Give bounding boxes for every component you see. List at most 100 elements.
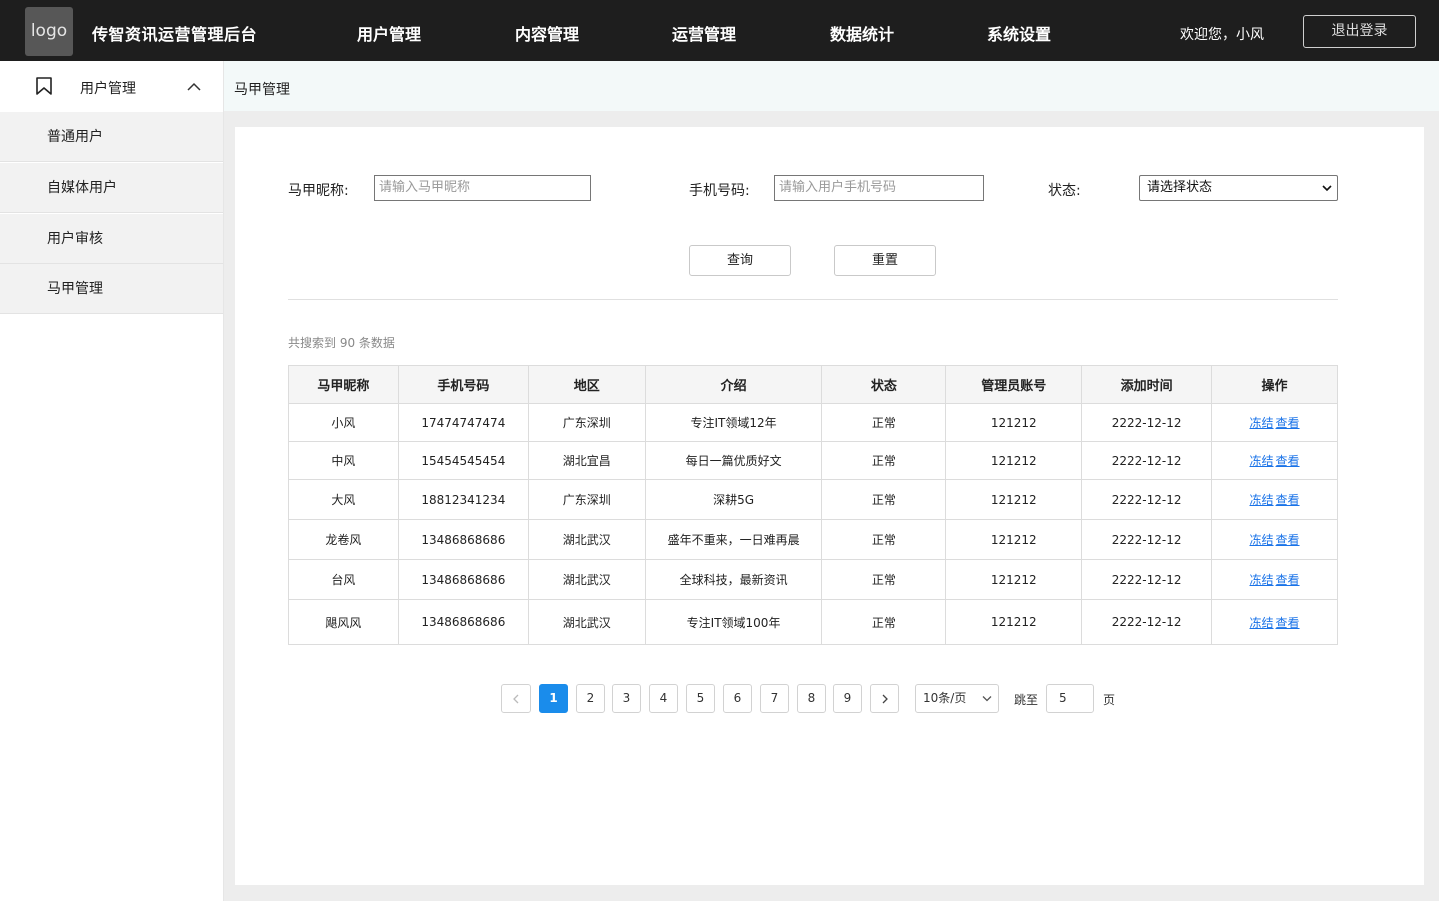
status-select[interactable]: 请选择状态 (1139, 175, 1338, 201)
cell-status: 正常 (821, 599, 947, 645)
phone-input[interactable]: 请输入用户手机号码 (774, 175, 984, 201)
cell-actions: 冻结 查看 (1211, 599, 1338, 645)
col-status: 状态 (821, 365, 947, 404)
sidebar-group-user-management[interactable]: 用户管理 (0, 61, 223, 112)
freeze-link[interactable]: 冻结 (1250, 493, 1274, 507)
result-count: 共搜索到 90 条数据 (288, 336, 395, 350)
col-phone: 手机号码 (397, 365, 529, 404)
cell-region: 湖北宜昌 (527, 441, 646, 480)
cell-nickname: 飓风风 (288, 599, 399, 645)
freeze-link[interactable]: 冻结 (1250, 573, 1274, 587)
page-button-7[interactable]: 7 (760, 684, 789, 713)
cell-region: 广东深圳 (527, 479, 646, 520)
nickname-input[interactable]: 请输入马甲昵称 (374, 175, 591, 201)
page-button-1[interactable]: 1 (539, 684, 568, 713)
nav-data-statistics[interactable]: 数据统计 (830, 21, 894, 45)
table-row: 大风 18812341234 广东深圳 深耕5G 正常 121212 2222-12-12 冻… (288, 479, 1338, 520)
page-button-4[interactable]: 4 (649, 684, 678, 713)
cell-nickname: 小风 (288, 403, 399, 442)
freeze-link[interactable]: 冻结 (1250, 616, 1274, 630)
cell-added-time: 2222-12-12 (1081, 519, 1213, 560)
sidebar-item-normal-users[interactable]: 普通用户 (0, 112, 223, 162)
cell-admin-account: 121212 (945, 559, 1083, 600)
col-nickname: 马甲昵称 (288, 365, 399, 404)
page-button-2[interactable]: 2 (576, 684, 605, 713)
cell-actions: 冻结 查看 (1211, 441, 1338, 480)
cell-intro: 盛年不重来，一日难再晨 (644, 519, 823, 560)
logo: logo (25, 7, 73, 56)
chevron-down-icon (982, 696, 992, 702)
view-link[interactable]: 查看 (1276, 573, 1300, 587)
cell-added-time: 2222-12-12 (1081, 479, 1213, 520)
table-row: 台风 13486868686 湖北武汉 全球科技，最新资讯 正常 121212 2222-1… (288, 559, 1338, 600)
page-button-3[interactable]: 3 (612, 684, 641, 713)
cell-nickname: 龙卷风 (288, 519, 399, 560)
cell-phone: 17474747474 (397, 403, 529, 442)
cell-status: 正常 (821, 479, 947, 520)
view-link[interactable]: 查看 (1276, 454, 1300, 468)
cell-region: 湖北武汉 (527, 559, 646, 600)
nav-operation-management[interactable]: 运营管理 (672, 21, 736, 45)
cell-actions: 冻结 查看 (1211, 519, 1338, 560)
cell-admin-account: 121212 (945, 599, 1083, 645)
table-row: 中风 15454545454 湖北宜昌 每日一篇优质好文 正常 121212 2222-12… (288, 441, 1338, 480)
freeze-link[interactable]: 冻结 (1250, 416, 1274, 430)
sidebar-item-vest-management[interactable]: 马甲管理 (0, 264, 223, 314)
view-link[interactable]: 查看 (1276, 533, 1300, 547)
nav-user-management[interactable]: 用户管理 (357, 21, 421, 45)
cell-phone: 13486868686 (397, 519, 529, 560)
page-size-select[interactable]: 10条/页 (915, 684, 999, 713)
table-row: 小风 17474747474 广东深圳 专注IT领域12年 正常 121212 2222-1… (288, 403, 1338, 442)
cell-intro: 专注IT领域12年 (644, 403, 823, 442)
top-header: logo 传智资讯运营管理后台 用户管理 内容管理 运营管理 数据统计 系统设置… (0, 0, 1439, 61)
reset-button[interactable]: 重置 (834, 245, 936, 276)
welcome-text: 欢迎您，小风 (1180, 27, 1264, 43)
view-link[interactable]: 查看 (1276, 616, 1300, 630)
next-page-button[interactable] (870, 684, 899, 713)
page-button-6[interactable]: 6 (723, 684, 752, 713)
page-button-5[interactable]: 5 (686, 684, 715, 713)
cell-actions: 冻结 查看 (1211, 403, 1338, 442)
cell-phone: 13486868686 (397, 599, 529, 645)
cell-status: 正常 (821, 441, 947, 480)
phone-label: 手机号码: (689, 183, 750, 199)
cell-admin-account: 121212 (945, 519, 1083, 560)
cell-added-time: 2222-12-12 (1081, 441, 1213, 480)
cell-status: 正常 (821, 519, 947, 560)
view-link[interactable]: 查看 (1276, 416, 1300, 430)
query-button[interactable]: 查询 (689, 245, 791, 276)
cell-nickname: 大风 (288, 479, 399, 520)
freeze-link[interactable]: 冻结 (1250, 454, 1274, 468)
col-actions: 操作 (1211, 365, 1338, 404)
cell-region: 湖北武汉 (527, 519, 646, 560)
jump-label: 跳至 (1014, 693, 1039, 707)
logout-button[interactable]: 退出登录 (1303, 15, 1416, 48)
page-size-value: 10条/页 (923, 691, 967, 705)
table-row: 龙卷风 13486868686 湖北武汉 盛年不重来，一日难再晨 正常 121212 222… (288, 519, 1338, 560)
page-button-8[interactable]: 8 (797, 684, 826, 713)
cell-intro: 全球科技，最新资讯 (644, 559, 823, 600)
sidebar-group-label: 用户管理 (80, 81, 136, 97)
cell-nickname: 中风 (288, 441, 399, 480)
prev-page-button[interactable] (501, 684, 531, 713)
nav-system-settings[interactable]: 系统设置 (987, 21, 1051, 45)
nav-content-management[interactable]: 内容管理 (515, 21, 579, 45)
cell-admin-account: 121212 (945, 479, 1083, 520)
cell-admin-account: 121212 (945, 403, 1083, 442)
cell-admin-account: 121212 (945, 441, 1083, 480)
jump-page-input[interactable]: 5 (1046, 684, 1094, 713)
table-row: 飓风风 13486868686 湖北武汉 专注IT领域100年 正常 121212 2222… (288, 599, 1338, 645)
chevron-up-icon[interactable] (187, 82, 201, 91)
sidebar-item-user-review[interactable]: 用户审核 (0, 214, 223, 264)
cell-status: 正常 (821, 559, 947, 600)
breadcrumb-current: 马甲管理 (234, 82, 290, 98)
col-admin-account: 管理员账号 (945, 365, 1083, 404)
view-link[interactable]: 查看 (1276, 493, 1300, 507)
sidebar-item-media-users[interactable]: 自媒体用户 (0, 163, 223, 213)
cell-phone: 13486868686 (397, 559, 529, 600)
page-button-9[interactable]: 9 (833, 684, 862, 713)
divider (288, 299, 1338, 300)
freeze-link[interactable]: 冻结 (1250, 533, 1274, 547)
cell-region: 湖北武汉 (527, 599, 646, 645)
cell-intro: 深耕5G (644, 479, 823, 520)
